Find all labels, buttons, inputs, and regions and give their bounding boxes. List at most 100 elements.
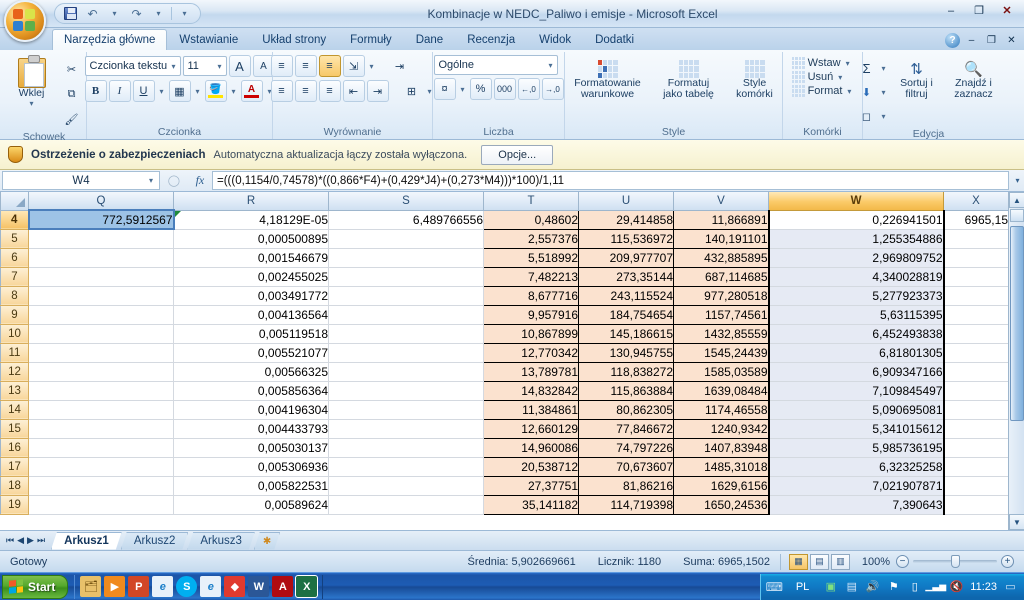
- row-header-7[interactable]: 7: [0, 266, 29, 287]
- keyboard-icon[interactable]: ⌨: [766, 579, 783, 594]
- row-header-9[interactable]: 9: [0, 304, 29, 325]
- column-header-V[interactable]: V: [673, 192, 769, 211]
- bold-button[interactable]: B: [84, 80, 107, 102]
- table-row[interactable]: 14 0,004196304 11,384861 80,862305 1174,…: [0, 399, 1009, 420]
- cell-R8[interactable]: 0,003491772: [173, 285, 329, 306]
- cell-U11[interactable]: 130,945755: [578, 342, 674, 363]
- column-header-Q[interactable]: Q: [28, 192, 174, 211]
- cell-S18[interactable]: [328, 475, 484, 496]
- table-row[interactable]: 16 0,005030137 14,960086 74,797226 1407,…: [0, 437, 1009, 458]
- orientation-button[interactable]: ⇲: [342, 55, 365, 77]
- conditional-formatting-button[interactable]: Formatowanie warunkowe: [565, 57, 651, 101]
- cell-W5[interactable]: 1,255354886: [767, 228, 945, 249]
- cell-W13[interactable]: 7,109845497: [767, 380, 945, 401]
- column-header-W[interactable]: W: [768, 192, 944, 211]
- tab-insert[interactable]: Wstawianie: [167, 29, 250, 50]
- cell-S10[interactable]: [328, 323, 484, 344]
- cell-T4[interactable]: 0,48602: [483, 209, 579, 230]
- cell-U15[interactable]: 77,846672: [578, 418, 674, 439]
- sheet-tab-arkusz3[interactable]: Arkusz3: [187, 532, 255, 550]
- scroll-down-button[interactable]: ▼: [1009, 514, 1024, 530]
- cell-R6[interactable]: 0,001546679: [173, 247, 329, 268]
- cell-V19[interactable]: 1650,24536: [673, 494, 769, 515]
- tab-page-layout[interactable]: Układ strony: [250, 29, 338, 50]
- cell-T15[interactable]: 12,660129: [483, 418, 579, 439]
- cell-Q16[interactable]: [28, 437, 174, 458]
- cell-V7[interactable]: 687,114685: [673, 266, 769, 287]
- table-row[interactable]: 17 0,005306936 20,538712 70,673607 1485,…: [0, 456, 1009, 477]
- cell-Q9[interactable]: [28, 304, 174, 325]
- office-button[interactable]: [4, 0, 46, 42]
- scroll-up-button[interactable]: ▲: [1009, 192, 1024, 208]
- format-cells-button[interactable]: Format ▾: [791, 85, 854, 97]
- foxit-reader-icon[interactable]: ◆: [224, 576, 246, 597]
- copy-button[interactable]: ⧉: [61, 83, 83, 105]
- worksheet-grid[interactable]: Q R S T U V W X 4 772,5912567 4,18129E-0…: [0, 192, 1024, 530]
- cell-S12[interactable]: [328, 361, 484, 382]
- cancel-formula-button[interactable]: ◯: [168, 174, 180, 187]
- zoom-slider[interactable]: − +: [896, 555, 1020, 568]
- sheet-tab-arkusz1[interactable]: Arkusz1: [51, 532, 122, 550]
- cell-X12[interactable]: [943, 361, 1009, 382]
- table-row[interactable]: 4 772,5912567 4,18129E-05 6,489766556 0,…: [0, 209, 1009, 230]
- cell-X15[interactable]: [943, 418, 1009, 439]
- cell-S14[interactable]: [328, 399, 484, 420]
- cell-Q6[interactable]: [28, 247, 174, 268]
- cell-V11[interactable]: 1545,24439: [673, 342, 769, 363]
- table-row[interactable]: 12 0,00566325 13,789781 118,838272 1585,…: [0, 361, 1009, 382]
- cell-Q5[interactable]: [28, 228, 174, 249]
- table-row[interactable]: 10 0,005119518 10,867899 145,186615 1432…: [0, 323, 1009, 344]
- cell-T10[interactable]: 10,867899: [483, 323, 579, 344]
- cell-X19[interactable]: [943, 494, 1009, 515]
- tab-data[interactable]: Dane: [404, 29, 456, 50]
- increase-indent-button[interactable]: ⇥: [366, 80, 389, 102]
- column-header-U[interactable]: U: [578, 192, 674, 211]
- chevron-down-icon[interactable]: ▾: [147, 176, 155, 185]
- row-header-4[interactable]: 4: [0, 209, 29, 230]
- network-icon[interactable]: ▤: [844, 579, 859, 594]
- column-header-X[interactable]: X: [943, 192, 1009, 211]
- zoom-in-button[interactable]: +: [1001, 555, 1014, 568]
- cell-W17[interactable]: 6,32325258: [767, 456, 945, 477]
- row-header-14[interactable]: 14: [0, 399, 29, 420]
- cell-V17[interactable]: 1485,31018: [673, 456, 769, 477]
- maximize-button[interactable]: ❐: [966, 2, 992, 19]
- vertical-scrollbar[interactable]: ▲ ▼: [1008, 192, 1024, 530]
- zoom-out-button[interactable]: −: [896, 555, 909, 568]
- cell-X18[interactable]: [943, 475, 1009, 496]
- show-desktop-button[interactable]: ▭: [1003, 579, 1018, 594]
- name-box[interactable]: W4 ▾: [2, 171, 160, 190]
- cell-U19[interactable]: 114,719398: [578, 494, 674, 515]
- underline-dropdown[interactable]: ▾: [157, 80, 167, 102]
- mute-icon[interactable]: 🔇: [949, 579, 964, 594]
- font-color-button[interactable]: A: [240, 80, 263, 102]
- help-icon[interactable]: ?: [945, 33, 960, 48]
- tab-home[interactable]: Narzędzia główne: [52, 29, 168, 50]
- currency-dropdown[interactable]: ▾: [458, 78, 468, 100]
- cell-Q19[interactable]: [28, 494, 174, 515]
- cell-T5[interactable]: 2,557376: [483, 228, 579, 249]
- nav-next-sheet-button[interactable]: ▶: [27, 535, 34, 546]
- row-header-16[interactable]: 16: [0, 437, 29, 458]
- decrease-decimal-button[interactable]: →,0: [541, 78, 564, 100]
- excel-icon[interactable]: X: [295, 575, 319, 598]
- acrobat-icon[interactable]: A: [272, 576, 294, 597]
- borders-button[interactable]: ▦: [168, 80, 191, 102]
- cell-U9[interactable]: 184,754654: [578, 304, 674, 325]
- align-middle-button[interactable]: ≡: [294, 55, 317, 77]
- cell-R18[interactable]: 0,005822531: [173, 475, 329, 496]
- fill-color-button[interactable]: 🪣: [204, 80, 227, 102]
- cell-T13[interactable]: 14,832842: [483, 380, 579, 401]
- column-header-T[interactable]: T: [483, 192, 579, 211]
- cell-U16[interactable]: 74,797226: [578, 437, 674, 458]
- cell-W18[interactable]: 7,021907871: [767, 475, 945, 496]
- cell-U7[interactable]: 273,35144: [578, 266, 674, 287]
- cell-V6[interactable]: 432,885895: [673, 247, 769, 268]
- cell-V12[interactable]: 1585,03589: [673, 361, 769, 382]
- row-header-6[interactable]: 6: [0, 247, 29, 268]
- cell-R10[interactable]: 0,005119518: [173, 323, 329, 344]
- cell-T12[interactable]: 13,789781: [483, 361, 579, 382]
- table-row[interactable]: 9 0,004136564 9,957916 184,754654 1157,7…: [0, 304, 1009, 325]
- fill-button[interactable]: ⬇: [856, 81, 878, 103]
- row-header-10[interactable]: 10: [0, 323, 29, 344]
